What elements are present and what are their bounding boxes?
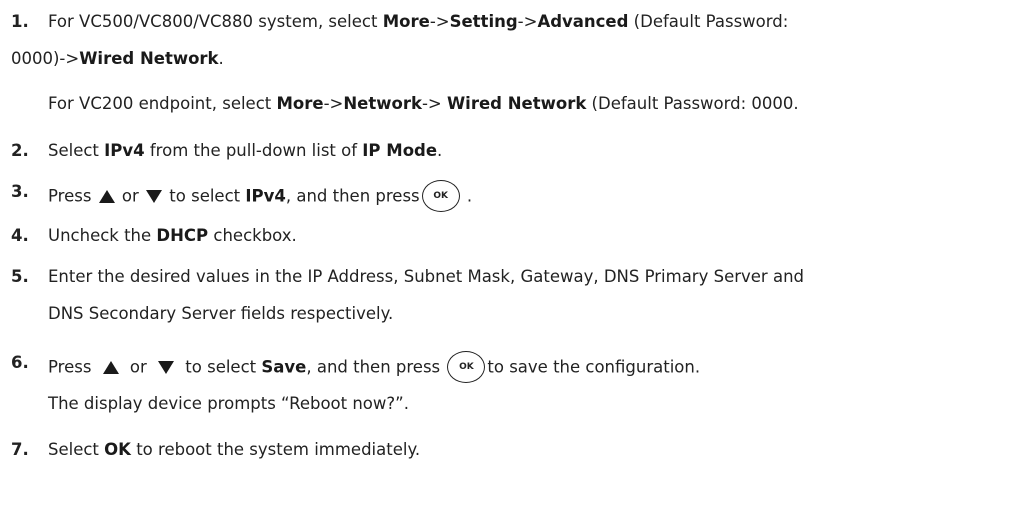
step-2-text: Select IPv4 from the pull-down list of I… [48,141,443,160]
ok-key-icon: OK [447,351,486,383]
step-number: 2. [11,141,29,160]
step-number: 7. [11,440,29,459]
step-6-line-2: The display device prompts “Reboot now?”… [48,394,409,413]
step-number: 5. [11,267,29,286]
step-3-text: Press or to select IPv4, and then press O… [48,180,472,213]
triangle-up-icon [102,360,119,374]
step-5-line-1: Enter the desired values in the IP Addre… [48,267,804,286]
step-6-text: Press or to select Save, and then press … [48,351,700,384]
menu-wired-network: Wired Network [446,94,587,113]
step-7-text: Select OK to reboot the system immediate… [48,440,421,459]
instruction-steps: 1. For VC500/VC800/VC880 system, select … [0,0,1014,529]
step-number: 6. [11,353,29,372]
triangle-down-icon [146,189,163,203]
step-4-text: Uncheck the DHCP checkbox. [48,226,297,245]
menu-wired-network: Wired Network [79,49,219,68]
menu-more: More [276,94,324,113]
step-number: 4. [11,226,29,245]
triangle-up-icon [98,189,115,203]
step-1-line-2: 0000)->Wired Network. [11,49,224,68]
menu-setting: Setting [449,12,518,31]
step-number: 3. [11,182,29,201]
triangle-down-icon [158,360,175,374]
menu-more: More [382,12,430,31]
menu-advanced: Advanced [537,12,629,31]
ok-key-icon: OK [421,180,460,212]
step-5-line-2: DNS Secondary Server fields respectively… [48,304,394,323]
step-1-line-1: For VC500/VC800/VC880 system, select Mor… [48,12,789,31]
menu-network: Network [343,94,422,113]
step-number: 1. [11,12,29,31]
step-1-line-3: For VC200 endpoint, select More->Network… [48,94,799,113]
